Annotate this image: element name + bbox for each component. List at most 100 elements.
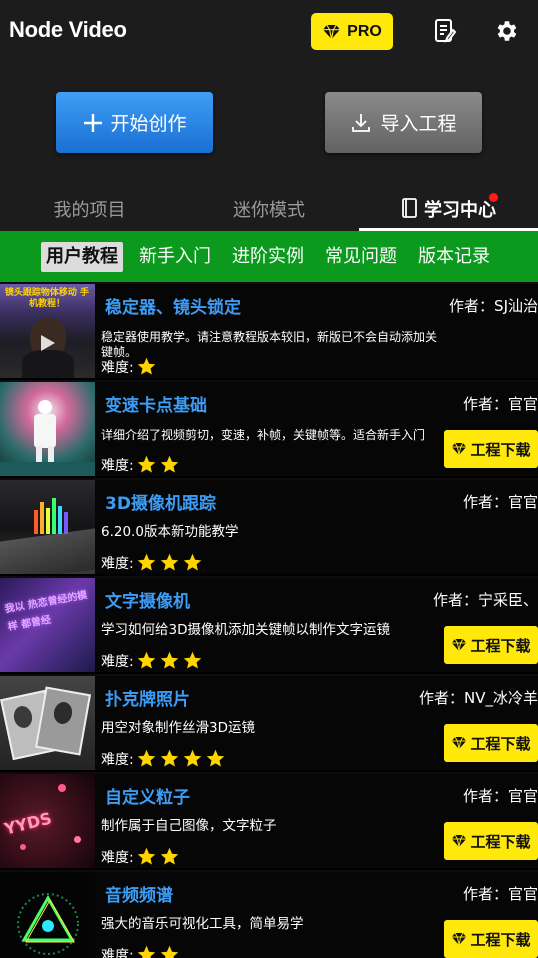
star-icon: [137, 553, 155, 571]
star-icon: [137, 357, 155, 375]
tutorial-author: 作者：官官: [462, 493, 538, 511]
difficulty-label: 难度:: [101, 849, 134, 866]
diamond-icon: [452, 736, 467, 750]
tutorial-author: 作者：官官: [462, 885, 538, 903]
main-tabs: 我的项目 迷你模式 学习中心: [0, 186, 538, 231]
diamond-icon: [452, 638, 467, 652]
tutorial-thumbnail: 我以 热恋曾经的模样 都曾经: [0, 578, 95, 672]
pro-button[interactable]: PRO: [311, 13, 393, 50]
difficulty-label: 难度:: [101, 947, 134, 958]
project-download-button[interactable]: 工程下载: [444, 920, 538, 958]
project-download-button[interactable]: 工程下载: [444, 724, 538, 762]
project-download-label: 工程下载: [470, 734, 531, 753]
star-icon: [137, 651, 155, 669]
tutorial-description: 制作属于自己图像，文字粒子: [101, 818, 277, 834]
import-project-label: 导入工程: [380, 113, 457, 135]
tutorial-row[interactable]: 变速卡点基础 作者：官官 详细介绍了视频剪切，变速，补帧，关键帧等。适合新手入门…: [0, 380, 538, 476]
star-icon: [183, 651, 201, 669]
diamond-icon: [452, 932, 467, 946]
difficulty-label: 难度:: [101, 653, 134, 670]
tab-learning-center[interactable]: 学习中心: [359, 186, 538, 231]
tutorial-author: 作者：官官: [462, 395, 538, 413]
star-icon: [206, 749, 224, 767]
download-icon: [352, 113, 371, 132]
star-icon: [137, 749, 155, 767]
book-icon: [402, 198, 417, 218]
tutorial-description: 6.20.0版本新功能教学: [101, 524, 239, 540]
tab-mini-mode[interactable]: 迷你模式: [179, 186, 359, 231]
tab-my-projects[interactable]: 我的项目: [0, 186, 179, 231]
project-download-label: 工程下载: [470, 440, 531, 459]
project-download-label: 工程下载: [470, 930, 531, 949]
tutorial-title: 音频频谱: [105, 886, 173, 906]
gear-icon: [497, 21, 517, 41]
diamond-icon: [452, 834, 467, 848]
difficulty-label: 难度:: [101, 555, 134, 572]
tutorial-author: 作者：SJ汕治: [449, 297, 538, 315]
difficulty-rating: 难度:: [101, 650, 203, 671]
tutorial-author: 作者：NV_冰冷羊: [419, 689, 538, 707]
tutorial-thumbnail: [0, 872, 95, 958]
project-download-label: 工程下载: [470, 636, 531, 655]
difficulty-rating: 难度:: [101, 454, 180, 475]
star-icon: [160, 749, 178, 767]
tutorial-row[interactable]: 3D摄像机跟踪 作者：官官 6.20.0版本新功能教学 难度:: [0, 478, 538, 574]
tutorial-row[interactable]: YYDS 自定义粒子 作者：官官 制作属于自己图像，文字粒子 难度: 工程下载: [0, 772, 538, 868]
tutorial-thumbnail: 镜头跟踪物体移动 手机教程！: [0, 284, 95, 378]
tutorial-title: 文字摄像机: [105, 592, 190, 612]
subtab-advanced[interactable]: 进阶实例: [227, 242, 309, 272]
project-download-button[interactable]: 工程下载: [444, 430, 538, 468]
star-icon: [183, 749, 201, 767]
difficulty-label: 难度:: [101, 751, 134, 768]
diamond-icon: [452, 442, 467, 456]
tutorial-author: 作者：官官: [462, 787, 538, 805]
import-project-button[interactable]: 导入工程: [325, 92, 482, 153]
settings-button[interactable]: [492, 17, 520, 45]
difficulty-rating: 难度:: [101, 356, 157, 377]
app-title: Node Video: [9, 17, 127, 42]
star-icon: [183, 553, 201, 571]
tutorial-thumbnail: [0, 676, 95, 770]
star-icon: [137, 945, 155, 958]
project-download-label: 工程下载: [470, 832, 531, 851]
thumbnail-caption: YYDS: [2, 808, 54, 839]
diamond-icon: [323, 24, 341, 39]
tutorial-row[interactable]: 音频频谱 作者：官官 强大的音乐可视化工具，简单易学 难度: 工程下载: [0, 870, 538, 958]
tutorial-description: 用空对象制作丝滑3D运镜: [101, 720, 255, 736]
tutorial-description: 详细介绍了视频剪切，变速，补帧，关键帧等。适合新手入门: [101, 428, 426, 442]
tutorial-title: 变速卡点基础: [105, 396, 207, 416]
notes-button[interactable]: [431, 17, 459, 45]
tutorial-title: 自定义粒子: [105, 788, 190, 808]
star-icon: [160, 945, 178, 958]
subtab-user-tutorials[interactable]: 用户教程: [41, 242, 123, 272]
tab-learning-center-label: 学习中心: [424, 199, 496, 221]
sub-tabs: 用户教程 新手入门 进阶实例 常见问题 版本记录: [0, 231, 538, 282]
star-icon: [160, 455, 178, 473]
tutorial-thumbnail: [0, 480, 95, 574]
action-area: 开始创作 导入工程: [0, 64, 538, 186]
subtab-changelog[interactable]: 版本记录: [413, 242, 495, 272]
notification-dot: [489, 193, 498, 202]
plus-icon: [84, 113, 103, 132]
pro-label: PRO: [347, 22, 382, 40]
thumbnail-caption: 我以 热恋曾经的模样 都曾经: [4, 590, 89, 634]
difficulty-rating: 难度:: [101, 552, 203, 573]
tutorial-row[interactable]: 扑克牌照片 作者：NV_冰冷羊 用空对象制作丝滑3D运镜 难度: 工程下载: [0, 674, 538, 770]
star-icon: [160, 553, 178, 571]
tutorial-title: 稳定器、镜头锁定: [105, 298, 241, 318]
tutorial-thumbnail: [0, 382, 95, 476]
difficulty-label: 难度:: [101, 457, 134, 474]
start-create-button[interactable]: 开始创作: [56, 92, 213, 153]
start-create-label: 开始创作: [110, 113, 187, 135]
project-download-button[interactable]: 工程下载: [444, 822, 538, 860]
top-bar: Node Video PRO: [0, 0, 538, 64]
difficulty-rating: 难度:: [101, 944, 180, 958]
subtab-faq[interactable]: 常见问题: [320, 242, 402, 272]
thumbnail-caption: 镜头跟踪物体移动 手机教程！: [4, 288, 90, 309]
notes-icon: [435, 19, 457, 43]
project-download-button[interactable]: 工程下载: [444, 626, 538, 664]
subtab-beginner[interactable]: 新手入门: [134, 242, 216, 272]
tutorial-row[interactable]: 我以 热恋曾经的模样 都曾经 文字摄像机 作者：宁采臣、 学习如何给3D摄像机添…: [0, 576, 538, 672]
tutorial-title: 3D摄像机跟踪: [105, 494, 216, 514]
tutorial-row[interactable]: 镜头跟踪物体移动 手机教程！ 稳定器、镜头锁定 作者：SJ汕治 稳定器使用教学。…: [0, 282, 538, 378]
